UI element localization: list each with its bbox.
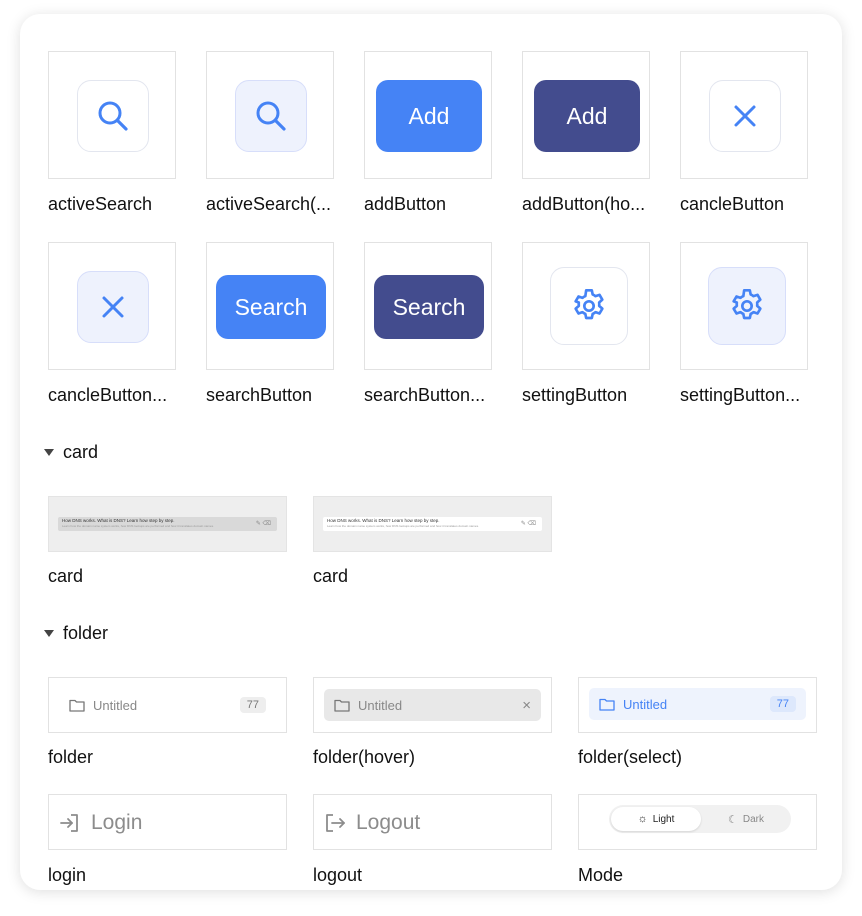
search-button-hover[interactable]: Search <box>374 275 484 339</box>
tile-label: folder(select) <box>578 747 683 767</box>
logout-icon <box>326 814 345 832</box>
card-preview[interactable]: How DNS works. What is DNS? Learn how st… <box>323 517 542 531</box>
card-desc: Learn how the domain name system works, … <box>327 524 479 528</box>
tile-label: card <box>313 566 349 586</box>
folder-tile[interactable]: Untitled 77 <box>48 677 287 733</box>
tile-label: activeSearch <box>48 194 153 214</box>
tile-label: logout <box>313 865 363 885</box>
login-button[interactable]: Login <box>59 795 142 851</box>
cancel-button-hover-tile[interactable] <box>48 242 176 370</box>
folder-name: Untitled <box>623 696 668 712</box>
tile-label: settingButton... <box>680 385 801 405</box>
tile-label: settingButton <box>522 385 628 405</box>
section-title: folder <box>63 623 109 643</box>
mode-dark-label: Dark <box>742 813 764 825</box>
close-icon <box>102 296 124 318</box>
login-tile[interactable]: Login <box>48 794 287 850</box>
cancel-button-tile[interactable] <box>680 51 808 179</box>
folder-item[interactable]: Untitled 77 <box>59 689 276 721</box>
tile-label: login <box>48 865 87 885</box>
edit-delete-icon: ✎ ⌫ <box>520 521 536 527</box>
sun-icon: ☼ <box>637 813 648 825</box>
logout-button[interactable]: Logout <box>324 795 420 851</box>
login-label: Login <box>91 811 143 834</box>
add-button[interactable]: Add <box>376 80 482 152</box>
tile-label: folder <box>48 747 94 767</box>
caret-down-icon <box>44 630 54 637</box>
active-search-tile[interactable] <box>48 51 176 179</box>
setting-button-box[interactable] <box>550 267 628 345</box>
search-button[interactable]: Search <box>216 275 326 339</box>
mode-dark-option[interactable]: ☾ Dark <box>701 807 791 831</box>
tile-label: cancleButton... <box>48 385 168 405</box>
folder-name: Untitled <box>93 697 138 713</box>
moon-icon: ☾ <box>728 813 738 826</box>
tile-label: activeSearch(... <box>206 194 332 214</box>
active-search-hover-tile[interactable] <box>206 51 334 179</box>
card-section-toggle[interactable]: card <box>44 442 98 463</box>
folder-icon <box>599 698 615 711</box>
tile-label: card <box>48 566 84 586</box>
folder-section-toggle[interactable]: folder <box>44 623 108 644</box>
active-search-box[interactable] <box>77 80 149 152</box>
close-icon[interactable]: × <box>522 697 531 714</box>
add-button-hover[interactable]: Add <box>534 80 640 152</box>
tile-label: Mode <box>578 865 624 885</box>
card-preview[interactable]: How DNS works. What is DNS? Learn how st… <box>58 517 277 531</box>
setting-button-hover-box[interactable] <box>708 267 786 345</box>
folder-count-badge: 77 <box>239 697 266 713</box>
tile-label: cancleButton <box>680 194 785 214</box>
gear-icon <box>574 289 604 320</box>
caret-down-icon <box>44 449 54 456</box>
folder-icon <box>69 699 85 712</box>
active-search-hover-box[interactable] <box>235 80 307 152</box>
mode-tile[interactable]: ☼ Light ☾ Dark <box>578 794 817 850</box>
close-icon <box>734 105 756 127</box>
tile-label: searchButton... <box>364 385 486 405</box>
mode-toggle[interactable]: ☼ Light ☾ Dark <box>609 805 791 833</box>
cancel-button-hover-box[interactable] <box>77 271 149 343</box>
search-icon <box>256 101 286 131</box>
folder-select-tile[interactable]: Untitled 77 <box>578 677 817 733</box>
search-icon <box>98 101 128 131</box>
folder-icon <box>334 699 350 712</box>
section-title: card <box>63 442 99 462</box>
setting-button-tile[interactable] <box>522 242 650 370</box>
cancel-button-box[interactable] <box>709 80 781 152</box>
tile-label: searchButton <box>206 385 313 405</box>
tile-label: addButton <box>364 194 447 214</box>
folder-item-hover[interactable]: Untitled × <box>324 689 541 721</box>
logout-tile[interactable]: Logout <box>313 794 552 850</box>
add-button-tile[interactable]: Add <box>364 51 492 179</box>
card-tile[interactable]: How DNS works. What is DNS? Learn how st… <box>313 496 552 552</box>
gear-icon <box>732 289 762 320</box>
card-desc: Learn how the domain name system works, … <box>62 524 214 528</box>
mode-light-label: Light <box>652 813 675 825</box>
tile-label: folder(hover) <box>313 747 416 767</box>
setting-button-hover-tile[interactable] <box>680 242 808 370</box>
search-button-hover-tile[interactable]: Search <box>364 242 492 370</box>
folder-count-badge: 77 <box>769 696 796 712</box>
folder-hover-tile[interactable]: Untitled × <box>313 677 552 733</box>
add-button-hover-tile[interactable]: Add <box>522 51 650 179</box>
mode-light-option[interactable]: ☼ Light <box>611 807 701 831</box>
logout-label: Logout <box>356 811 421 834</box>
folder-name: Untitled <box>358 697 403 713</box>
search-button-tile[interactable]: Search <box>206 242 334 370</box>
folder-item-selected[interactable]: Untitled 77 <box>589 688 806 720</box>
component-panel: activeSearch activeSearch(... Add addBut… <box>20 14 842 890</box>
edit-delete-icon: ✎ ⌫ <box>255 521 271 527</box>
tile-label: addButton(ho... <box>522 194 646 214</box>
card-tile[interactable]: How DNS works. What is DNS? Learn how st… <box>48 496 287 552</box>
login-icon <box>60 814 78 832</box>
